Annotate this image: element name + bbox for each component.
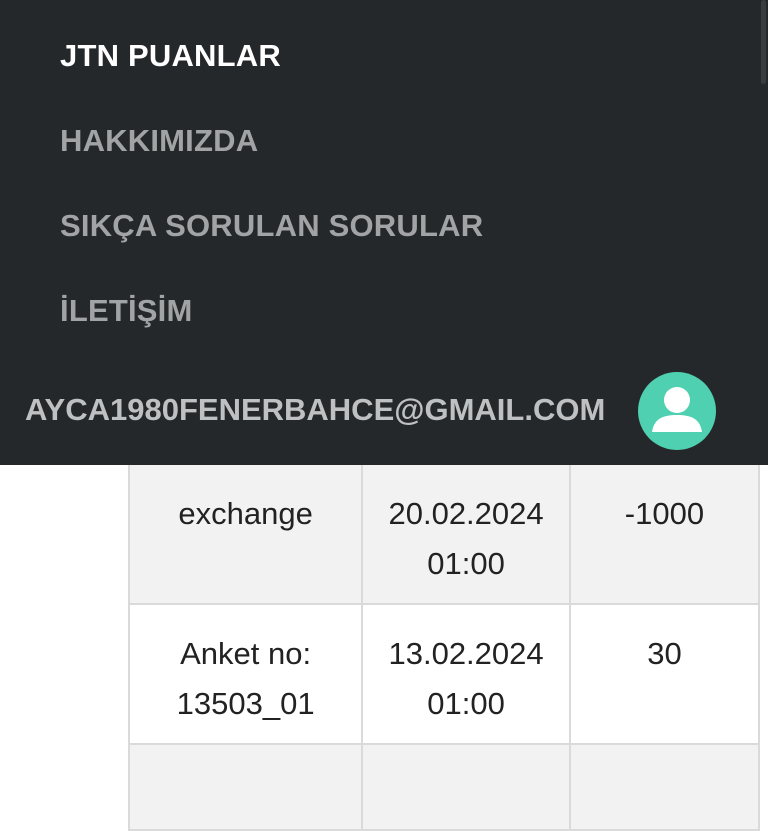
cell-text: exchange — [178, 496, 313, 531]
table-cell-date: 13.02.2024 01:00 — [361, 603, 571, 745]
table-row — [127, 743, 761, 831]
user-account-row[interactable]: AYCA1980FENERBAHCE@GMAIL.COM — [0, 372, 768, 450]
table-cell-date: 20.02.2024 01:00 — [361, 465, 571, 605]
cell-points: 30 — [647, 636, 682, 671]
table-row: exchange 20.02.2024 01:00 -1000 — [127, 465, 761, 605]
menu-scrollbar[interactable] — [761, 0, 766, 84]
cell-text: 13503_01 — [176, 686, 315, 721]
points-table: exchange 20.02.2024 01:00 -1000 Anket no… — [127, 465, 761, 831]
menu-item-hakkimizda[interactable]: HAKKIMIZDA — [60, 123, 258, 159]
table-cell-description: exchange — [127, 465, 364, 605]
cell-points: -1000 — [624, 496, 705, 531]
person-icon — [652, 387, 702, 432]
cell-time: 01:00 — [427, 546, 505, 581]
table-cell-description: Anket no: 13503_01 — [127, 603, 364, 745]
table-cell-description — [127, 743, 364, 831]
menu-item-iletisim[interactable]: İLETİŞİM — [60, 293, 193, 329]
user-email: AYCA1980FENERBAHCE@GMAIL.COM — [25, 392, 606, 427]
cell-time: 01:00 — [427, 686, 505, 721]
table-cell-date — [361, 743, 571, 831]
cell-date: 13.02.2024 — [388, 636, 544, 671]
cell-text: Anket no: — [180, 636, 312, 671]
table-cell-points: -1000 — [568, 465, 761, 605]
table-cell-points — [568, 743, 761, 831]
user-avatar-icon[interactable] — [638, 372, 716, 450]
table-cell-points: 30 — [568, 603, 761, 745]
navigation-drawer: JTN PUANLAR HAKKIMIZDA SIKÇA SORULAN SOR… — [0, 0, 768, 465]
menu-item-sss[interactable]: SIKÇA SORULAN SORULAR — [60, 208, 483, 244]
table-row: Anket no: 13503_01 13.02.2024 01:00 30 — [127, 603, 761, 745]
menu-item-jtn-puanlar[interactable]: JTN PUANLAR — [60, 38, 281, 74]
cell-date: 20.02.2024 — [388, 496, 544, 531]
